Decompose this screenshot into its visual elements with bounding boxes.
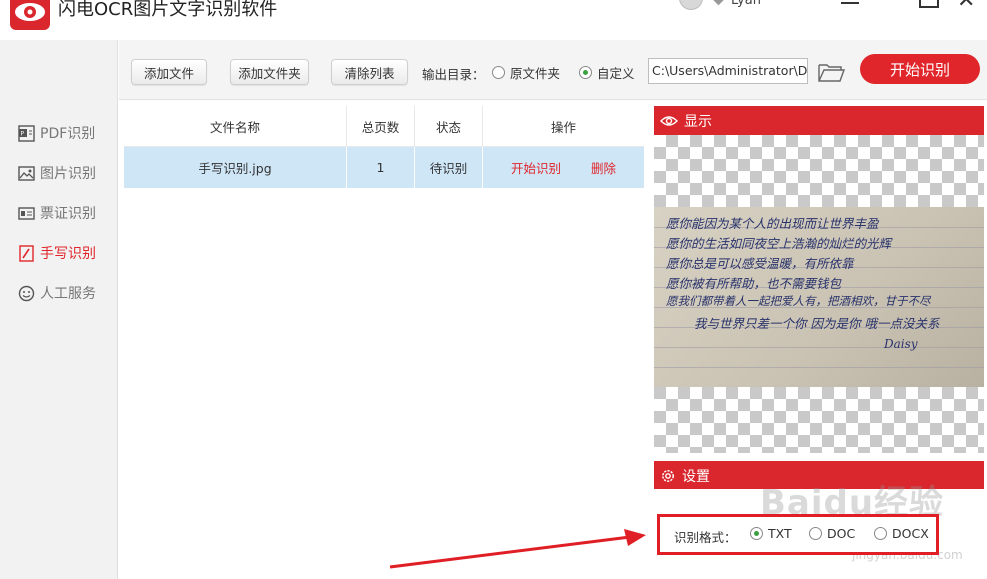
format-option-label: DOCX xyxy=(892,526,929,541)
radio-label: 原文件夹 xyxy=(510,66,561,81)
id-card-icon xyxy=(18,206,35,220)
add-folder-button[interactable]: 添加文件夹 xyxy=(230,59,309,85)
app-title: 闪电OCR图片文字识别软件 xyxy=(58,0,278,20)
sidebar-item-label: 票证识别 xyxy=(40,206,96,222)
handwriting-line: 我与世界只差一个你 因为是你 哦一点没关系 xyxy=(694,316,940,331)
format-option-doc[interactable]: DOC xyxy=(809,526,855,541)
handwriting-line: 愿你的生活如同夜空上浩瀚的灿烂的光辉 xyxy=(666,236,892,251)
app-logo-icon xyxy=(10,0,50,30)
handwriting-line: 愿你能因为某个人的出现而让世界丰盈 xyxy=(666,216,879,231)
handwriting-signature: Daisy xyxy=(884,337,918,351)
radio-button[interactable] xyxy=(579,66,592,79)
gear-icon xyxy=(662,469,674,482)
toolbar: 添加文件 添加文件夹 清除列表 输出目录： 原文件夹 自定义 C:\Users\… xyxy=(119,40,987,100)
sidebar-item-service[interactable]: 人工服务 xyxy=(18,282,96,304)
column-header: 文件名称 xyxy=(124,106,347,147)
radio-label: 自定义 xyxy=(597,66,635,81)
format-option-txt[interactable]: TXT xyxy=(750,526,792,541)
display-panel-title: 显示 xyxy=(684,113,712,130)
radio-source-folder[interactable]: 原文件夹 xyxy=(492,63,560,82)
row-start-link[interactable]: 开始识别 xyxy=(511,158,561,177)
format-option-docx[interactable]: DOCX xyxy=(874,526,929,541)
title-bar: 闪电OCR图片文字识别软件 Lyan ✕ xyxy=(0,0,987,40)
maximize-icon[interactable] xyxy=(919,0,939,8)
action-cell: 开始识别 删除 xyxy=(483,147,644,188)
clear-list-button[interactable]: 清除列表 xyxy=(331,59,408,85)
radio-button[interactable] xyxy=(874,527,887,540)
column-header: 状态 xyxy=(415,106,483,147)
folder-open-icon[interactable] xyxy=(817,60,845,84)
avatar[interactable] xyxy=(679,0,703,10)
handwriting-line: 愿你被有所帮助，也不需要钱包 xyxy=(666,276,842,291)
radio-button[interactable] xyxy=(750,527,763,540)
output-dir-label: 输出目录： xyxy=(422,67,485,82)
output-path-field[interactable]: C:\Users\Administrator\De xyxy=(648,58,808,84)
row-delete-link[interactable]: 删除 xyxy=(591,158,616,177)
sidebar-item-pdf[interactable]: P PDF识别 xyxy=(18,122,95,144)
sidebar-item-label: 图片识别 xyxy=(40,166,96,182)
format-label: 识别格式： xyxy=(674,530,737,545)
radio-custom[interactable]: 自定义 xyxy=(579,63,635,82)
table-row[interactable]: 手写识别.jpg 1 待识别 开始识别 删除 xyxy=(124,147,644,188)
image-preview: 愿你能因为某个人的出现而让世界丰盈 愿你的生活如同夜空上浩瀚的灿烂的光辉 愿你总… xyxy=(654,135,984,453)
handwriting-line: 愿你总是可以感受温暖，有所依靠 xyxy=(666,256,854,271)
eye-icon xyxy=(660,115,678,126)
file-table: 文件名称 总页数 状态 操作 手写识别.jpg 1 待识别 开始识别 删除 xyxy=(119,101,649,579)
sidebar-item-label: PDF识别 xyxy=(40,126,96,142)
app-window: 闪电OCR图片文字识别软件 Lyan ✕ P PDF识别 图片识别 票证识别 手… xyxy=(0,0,987,579)
format-option-label: DOC xyxy=(827,526,856,541)
format-selector: 识别格式： TXT DOC DOCX xyxy=(657,514,939,555)
settings-panel-title: 设置 xyxy=(682,468,710,485)
minimize-icon[interactable] xyxy=(841,2,859,4)
file-name-cell: 手写识别.jpg xyxy=(124,147,347,188)
radio-button[interactable] xyxy=(492,66,505,79)
user-name[interactable]: Lyan xyxy=(731,0,761,8)
sidebar-item-ticket[interactable]: 票证识别 xyxy=(18,202,96,224)
handwriting-icon xyxy=(19,244,34,262)
sidebar-item-image[interactable]: 图片识别 xyxy=(18,162,96,184)
page-count-cell: 1 xyxy=(347,147,415,188)
radio-button[interactable] xyxy=(809,527,822,540)
svg-text:P: P xyxy=(21,130,25,137)
handwriting-line: 愿我们都带着人一起把爱人有，把酒相欢，甘于不尽 xyxy=(666,294,931,308)
format-option-label: TXT xyxy=(768,526,792,541)
vip-diamond-icon xyxy=(710,0,727,6)
image-icon xyxy=(18,165,35,181)
start-recognition-button[interactable]: 开始识别 xyxy=(860,54,980,84)
close-icon[interactable]: ✕ xyxy=(957,0,975,12)
column-header: 总页数 xyxy=(347,106,415,147)
status-cell: 待识别 xyxy=(415,147,483,188)
column-header: 操作 xyxy=(550,120,576,135)
smiley-icon xyxy=(18,285,35,301)
sidebar: P PDF识别 图片识别 票证识别 手写识别 人工服务 xyxy=(0,40,118,579)
sidebar-item-label: 手写识别 xyxy=(40,246,96,262)
sidebar-item-handwriting[interactable]: 手写识别 xyxy=(18,242,96,264)
add-file-button[interactable]: 添加文件 xyxy=(131,59,207,85)
sidebar-item-label: 人工服务 xyxy=(40,286,96,302)
display-panel-header: 显示 xyxy=(654,106,984,135)
handwriting-photo: 愿你能因为某个人的出现而让世界丰盈 愿你的生活如同夜空上浩瀚的灿烂的光辉 愿你总… xyxy=(654,207,984,387)
pdf-icon: P xyxy=(18,124,35,142)
table-header: 文件名称 总页数 状态 操作 xyxy=(124,106,644,147)
